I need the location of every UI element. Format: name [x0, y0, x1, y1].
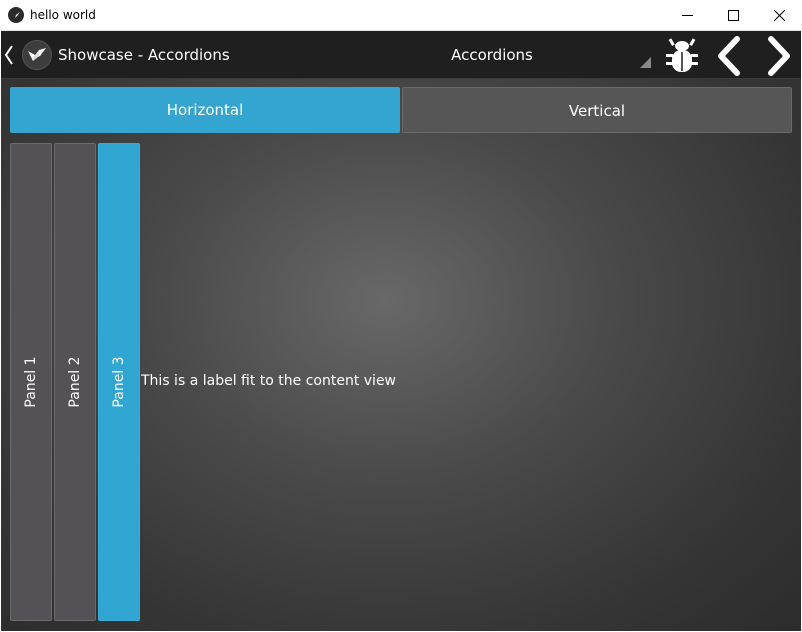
- close-icon: [773, 10, 785, 21]
- maximize-button[interactable]: [710, 0, 756, 31]
- kivy-logo-icon[interactable]: [22, 40, 52, 70]
- minimize-icon: [681, 15, 693, 16]
- panel-title: Panel 3: [111, 356, 127, 408]
- minimize-button[interactable]: [664, 0, 710, 31]
- bug-icon[interactable]: [662, 36, 702, 76]
- window-title: hello world: [30, 8, 96, 22]
- panel-title: Panel 1: [23, 356, 39, 408]
- previous-screen-button[interactable]: [713, 35, 747, 77]
- tab-horizontal[interactable]: Horizontal: [10, 87, 400, 133]
- action-bar: Showcase - Accordions Accordions: [1, 31, 801, 79]
- app-title[interactable]: Showcase - Accordions: [58, 31, 230, 79]
- maximize-icon: [727, 10, 739, 21]
- dropdown-triangle-icon: [640, 57, 651, 68]
- accordion-panel-1[interactable]: Panel 1: [10, 143, 52, 621]
- kivy-icon: [8, 7, 24, 23]
- window-titlebar: hello world: [0, 0, 802, 31]
- panel-content-label: This is a label fit to the content view: [141, 373, 397, 389]
- tab-vertical[interactable]: Vertical: [402, 87, 792, 133]
- app-area: Showcase - Accordions Accordions Horizon…: [1, 31, 801, 631]
- next-screen-button[interactable]: [761, 35, 795, 77]
- spinner-value: Accordions: [451, 46, 533, 64]
- panel-title: Panel 2: [67, 356, 83, 408]
- screen-spinner[interactable]: Accordions: [401, 31, 653, 79]
- accordion-panel-3[interactable]: Panel 3: [98, 143, 140, 621]
- accordion-panel-2[interactable]: Panel 2: [54, 143, 96, 621]
- chevron-left-icon[interactable]: [4, 44, 14, 66]
- close-button[interactable]: [756, 0, 802, 31]
- window-controls: [664, 0, 802, 31]
